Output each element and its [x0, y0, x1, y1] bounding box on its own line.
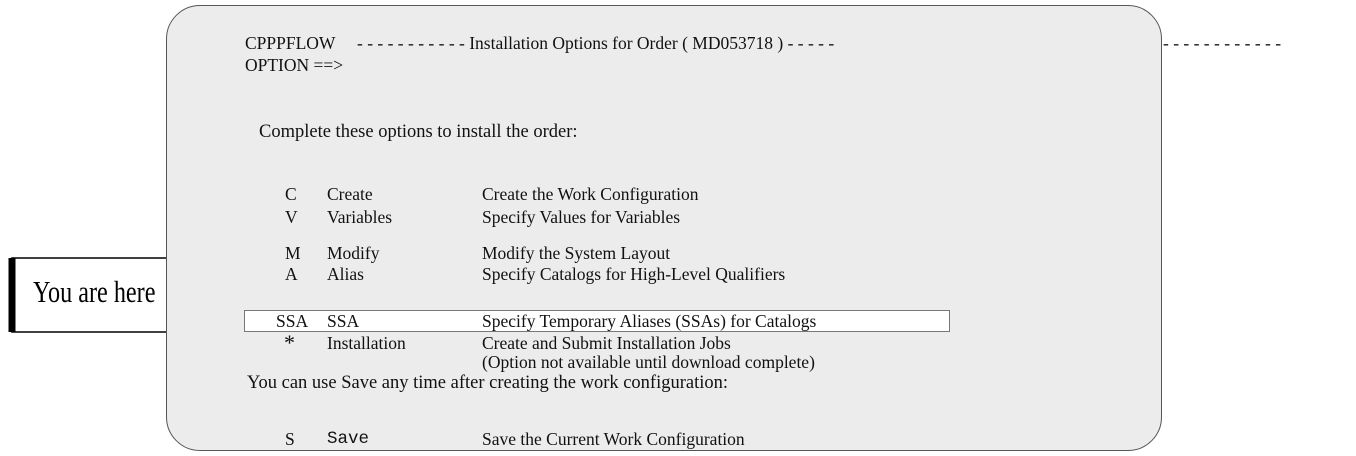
option-description: Create and Submit Installation Jobs — [482, 333, 731, 353]
intro-text: Complete these options to install the or… — [259, 122, 578, 142]
panel-id: CPPPFLOW — [245, 33, 336, 53]
option-description: Specify Catalogs for High-Level Qualifie… — [482, 264, 786, 284]
option-name: Save — [327, 429, 370, 449]
option-code: A — [285, 264, 298, 284]
panel-title: - - - - - - - - - - - Installation Optio… — [357, 33, 835, 53]
option-name: Create — [327, 184, 373, 204]
option-description: Specify Values for Variables — [482, 207, 681, 227]
option-name: SSA — [327, 311, 360, 331]
option-name: Installation — [327, 333, 406, 353]
option-name: Variables — [327, 207, 393, 227]
option-name: Alias — [327, 264, 364, 284]
title-overflow-dashes: - - - - - - - - - - - - — [1163, 33, 1282, 53]
you-are-here-label: You are here — [33, 274, 156, 309]
option-description: Save the Current Work Configuration — [482, 429, 745, 449]
option-code: SSA — [276, 311, 309, 331]
option-code: * — [284, 330, 295, 355]
option-code: M — [285, 243, 301, 263]
option-note: (Option not available until download com… — [482, 352, 815, 372]
option-prompt[interactable]: OPTION ==> — [245, 55, 343, 75]
option-code: C — [285, 184, 297, 204]
option-description: Modify the System Layout — [482, 243, 671, 263]
option-description: Create the Work Configuration — [482, 184, 699, 204]
option-description: Specify Temporary Aliases (SSAs) for Cat… — [482, 311, 817, 331]
option-code: S — [285, 429, 295, 449]
save-intro-text: You can use Save any time after creating… — [247, 373, 729, 393]
option-name: Modify — [327, 243, 380, 263]
option-code: V — [285, 207, 298, 227]
